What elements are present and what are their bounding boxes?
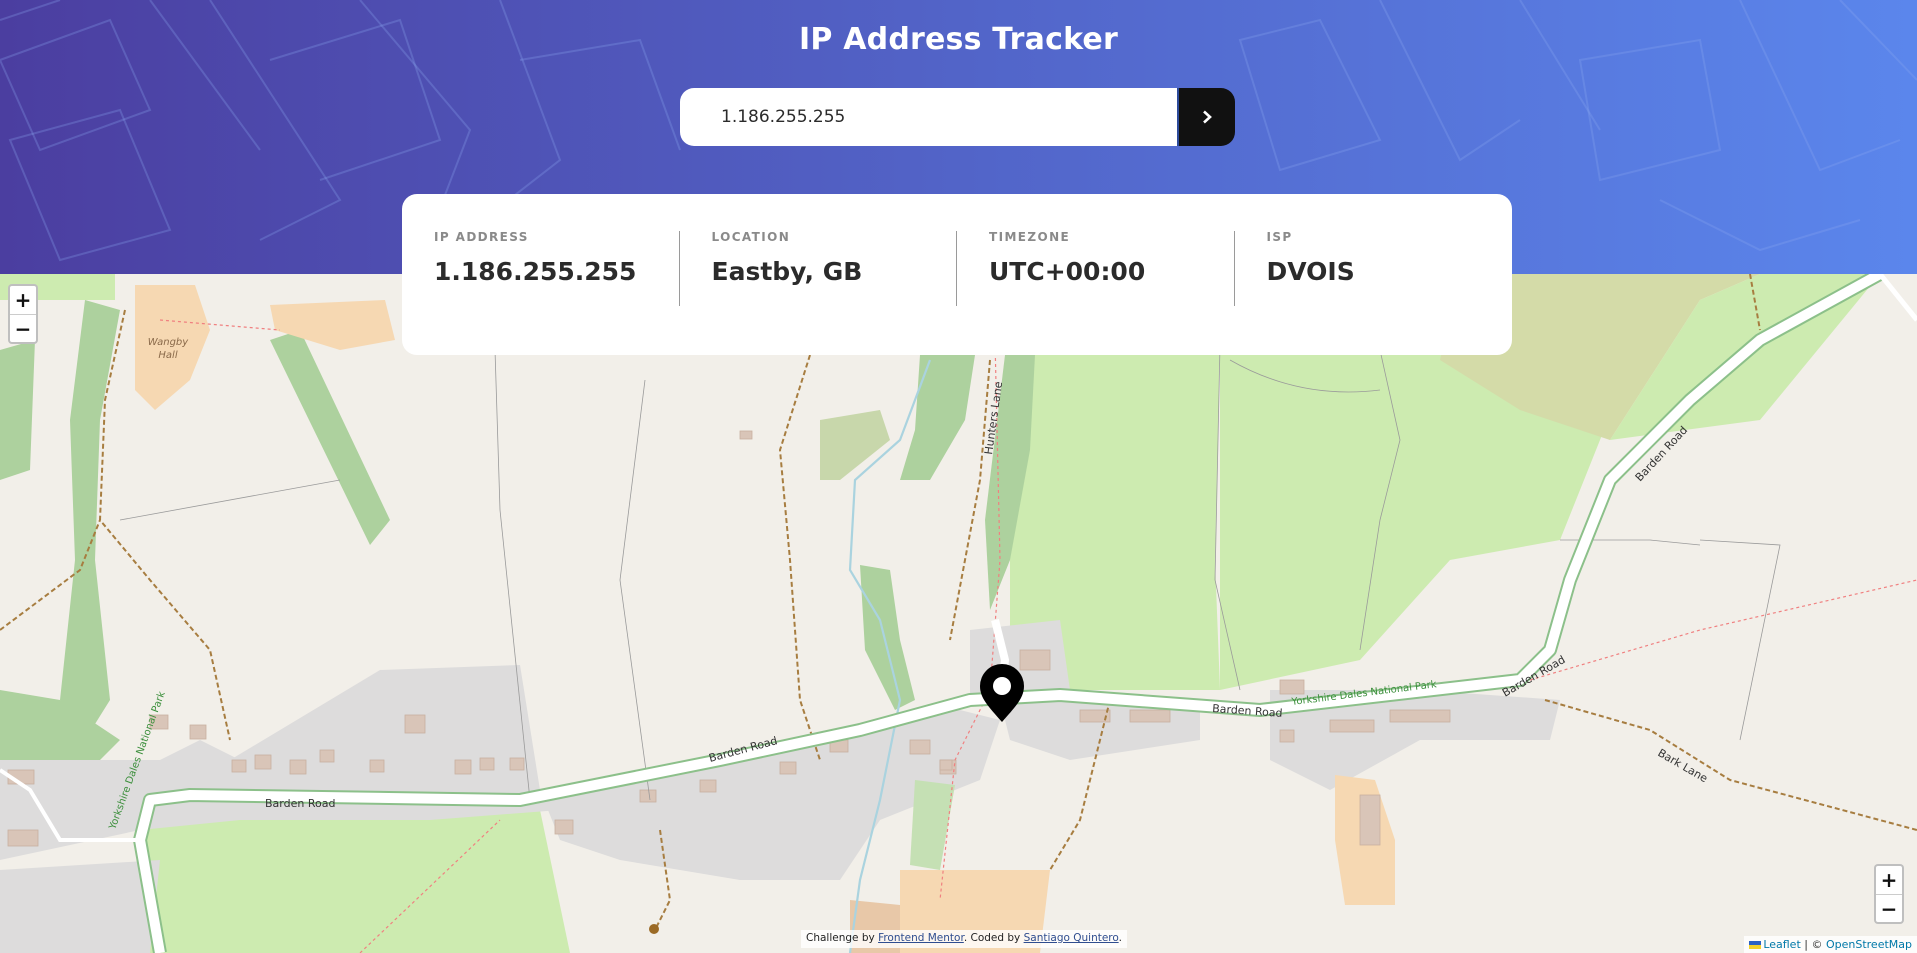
ukraine-flag-icon [1749,941,1762,949]
chevron-right-icon [1203,110,1212,124]
page: IP Address Tracker IP ADDRESS 1.186.255.… [0,0,1917,953]
credit-suffix: . [1118,932,1122,944]
ip-info-card: IP ADDRESS 1.186.255.255 LOCATION Eastby… [402,194,1512,355]
isp-label: ISP [1266,230,1293,244]
credit-middle: . Coded by [963,932,1024,944]
map-label-bark-lane: Bark Lane [1656,746,1711,785]
map-tiles[interactable]: Wangby Hall Hunters Lane Barden Road Bar… [0,274,1917,953]
author-link[interactable]: Santiago Quintero [1024,932,1119,944]
ip-address-label: IP ADDRESS [434,230,529,244]
map-areas [0,274,1880,953]
ip-address-value: 1.186.255.255 [434,257,637,286]
zoom-out-button-2[interactable]: − [1876,894,1902,922]
zoom-in-button-2[interactable]: + [1876,866,1902,894]
isp-section: ISP DVOIS [1233,230,1513,355]
isp-value: DVOIS [1266,257,1355,286]
page-title: IP Address Tracker [799,22,1118,57]
leaflet-link[interactable]: Leaflet [1763,938,1800,951]
openstreetmap-link[interactable]: OpenStreetMap [1826,938,1912,951]
frontend-mentor-link[interactable]: Frontend Mentor [878,932,964,944]
ip-search-input[interactable] [680,88,1177,146]
search-bar [680,88,1235,146]
credit-prefix: Challenge by [806,932,879,944]
map-attribution: Leaflet | © OpenStreetMap [1744,936,1917,953]
zoom-in-button[interactable]: + [10,286,36,314]
location-label: LOCATION [711,230,791,244]
map-poi-dot [649,924,659,934]
zoom-controls-bottom: + − [1874,864,1904,924]
attribution-separator: | © [1800,938,1826,951]
map-label-wangby: Wangby [148,337,190,348]
challenge-credit: Challenge by Frontend Mentor. Coded by S… [801,930,1127,948]
search-submit-button[interactable] [1177,88,1235,146]
map[interactable]: Wangby Hall Hunters Lane Barden Road Bar… [0,274,1917,953]
map-label-barden-road-1: Barden Road [265,797,335,810]
ip-address-section: IP ADDRESS 1.186.255.255 [402,230,680,355]
zoom-controls-top: + − [8,284,38,344]
map-label-hall: Hall [158,350,177,361]
timezone-value: UTC+00:00 [989,257,1146,286]
zoom-out-button[interactable]: − [10,314,36,342]
timezone-section: TIMEZONE UTC+00:00 [956,230,1235,355]
location-section: LOCATION Eastby, GB [678,230,958,355]
location-value: Eastby, GB [711,257,863,286]
timezone-label: TIMEZONE [989,230,1071,244]
